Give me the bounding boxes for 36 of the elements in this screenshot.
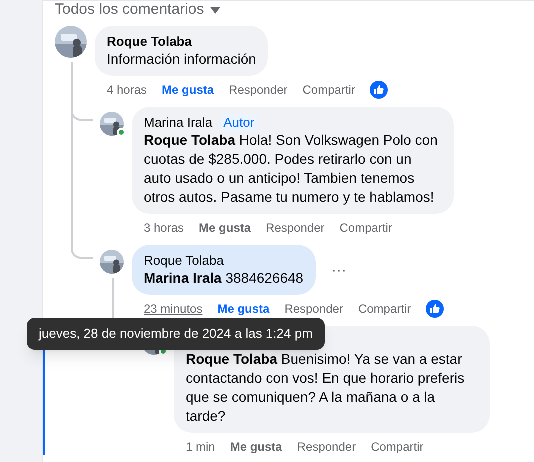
reply-button[interactable]: Responder xyxy=(284,300,344,318)
mention-link[interactable]: Roque Tolaba xyxy=(186,351,278,367)
timestamp-link[interactable]: 1 min xyxy=(186,438,216,456)
mention-link[interactable]: Marina Irala xyxy=(144,270,222,286)
share-button[interactable]: Compartir xyxy=(371,438,424,456)
comment-text: Roque Tolaba Buenisimo! Ya se van a estar contactando con vos! En que horario preferis que se comuniquen? A la mañana o a la tarde? xyxy=(186,350,466,426)
author-name[interactable]: Marina Irala xyxy=(144,114,213,131)
tooltip: jueves, 28 de noviembre de 2024 a las 1:24 pm xyxy=(27,318,325,350)
more-button[interactable]: ··· xyxy=(332,262,347,278)
avatar[interactable] xyxy=(100,250,124,274)
timestamp-link[interactable]: 23 minutos xyxy=(144,300,203,318)
reply-button[interactable]: Responder xyxy=(266,219,325,237)
share-button[interactable]: Compartir xyxy=(358,300,412,318)
mention-link[interactable]: Roque Tolaba xyxy=(144,132,236,148)
like-button[interactable]: Me gusta xyxy=(230,438,282,456)
reply-button[interactable]: Responder xyxy=(229,81,288,99)
share-button[interactable]: Compartir xyxy=(340,219,392,237)
comment-text: Información información xyxy=(107,50,256,69)
like-button[interactable]: Me gusta xyxy=(218,300,270,318)
avatar[interactable] xyxy=(100,112,124,136)
timestamp-link[interactable]: 4 horas xyxy=(107,81,148,99)
comment-text: Roque Tolaba Hola! Son Volkswagen Polo con cuotas de $285.000. Podes retirarlo con un auto usado o un anticipo! Tambien tenemos otros autos. Pasame tu numero y te hablamos! xyxy=(144,131,439,207)
author-badge: Autor xyxy=(220,114,258,131)
author-name[interactable]: Roque Tolaba xyxy=(107,33,192,50)
like-button[interactable]: Me gusta xyxy=(162,81,214,99)
comment-text: Marina Irala 3884626648 xyxy=(144,269,304,288)
caret-icon[interactable] xyxy=(210,6,222,14)
like-reaction-icon[interactable] xyxy=(370,81,388,99)
author-name[interactable]: Roque Tolaba xyxy=(144,252,224,269)
like-reaction-icon[interactable] xyxy=(426,300,444,318)
section-header[interactable]: Todos los comentarios xyxy=(55,1,204,19)
reply-button[interactable]: Responder xyxy=(297,438,356,456)
timestamp-link[interactable]: 3 horas xyxy=(144,219,184,237)
share-button[interactable]: Compartir xyxy=(302,81,356,99)
avatar[interactable] xyxy=(55,26,87,58)
like-button[interactable]: Me gusta xyxy=(199,219,252,237)
